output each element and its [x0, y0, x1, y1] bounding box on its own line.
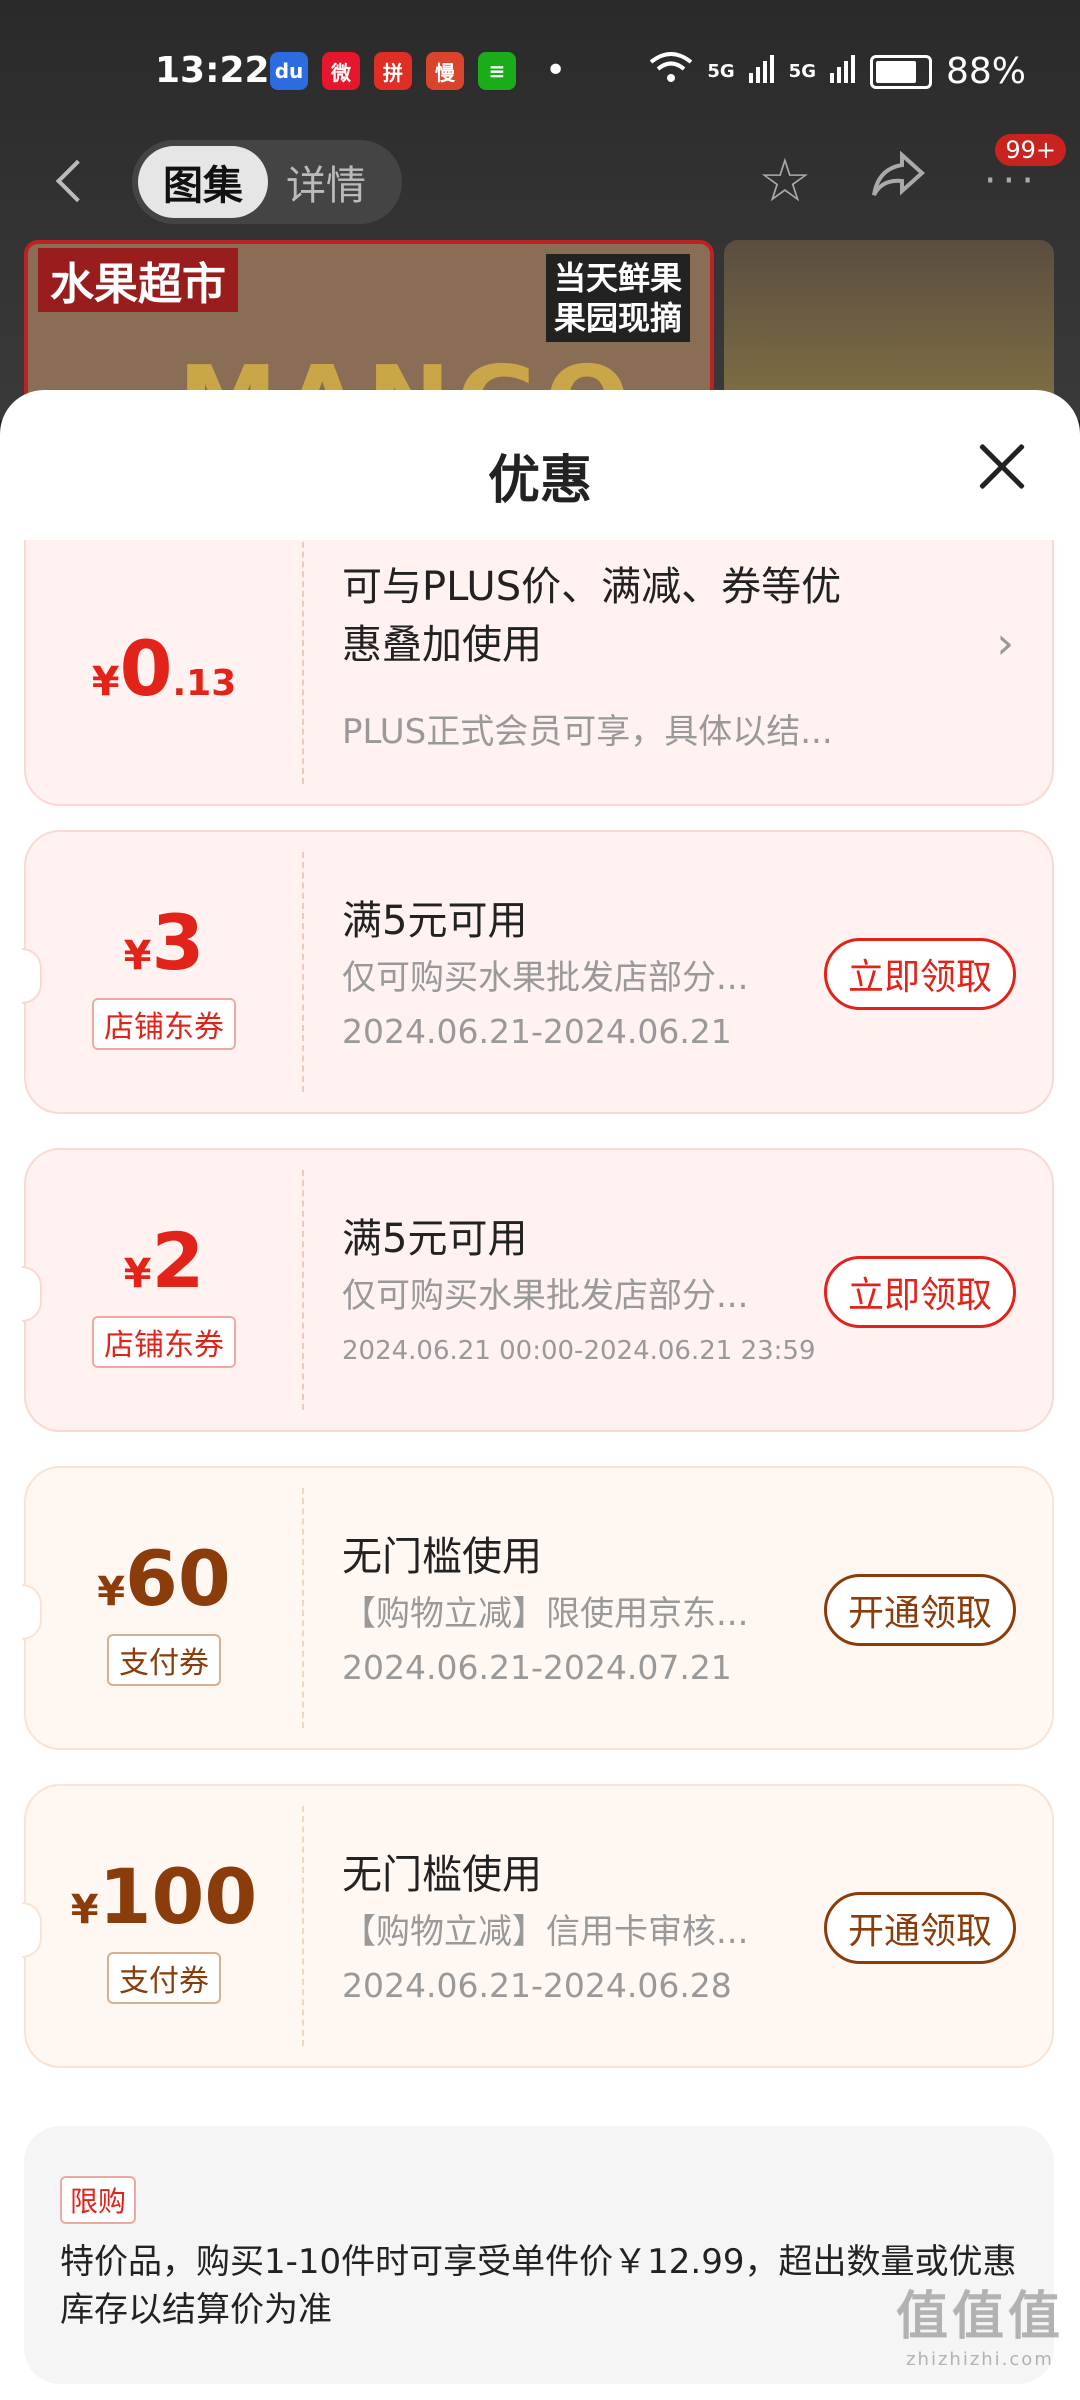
- coupon-type-badge: 支付券: [26, 1634, 302, 1686]
- coupon-list[interactable]: ¥0.13 可与PLUS价、满减、券等优 惠叠加使用 PLUS正式会员可享，具体…: [0, 540, 1080, 2400]
- status-time: 13:22: [155, 50, 270, 91]
- signal-5g-icon-1: 5G: [707, 61, 735, 82]
- baidu-icon: du: [270, 52, 308, 90]
- claim-coupon-button[interactable]: 立即领取: [824, 1256, 1016, 1328]
- coupon-amount: ¥60: [97, 1534, 231, 1623]
- activate-claim-button[interactable]: 开通领取: [824, 1892, 1016, 1964]
- coupon-divider: [302, 1170, 304, 1410]
- coupon-title: 无门槛使用: [342, 1852, 542, 1898]
- claim-coupon-button[interactable]: 立即领取: [824, 938, 1016, 1010]
- coupon-type-badge: 店铺东券: [26, 1316, 302, 1368]
- coupon-divider: [302, 1806, 304, 2046]
- coupon-divider: [302, 540, 304, 784]
- coupon-date: 2024.06.21-2024.06.28: [342, 1966, 732, 2005]
- coupon-amount: ¥0.13: [91, 624, 237, 713]
- coupon-amount: ¥2: [123, 1216, 205, 1305]
- weibo-icon: 微: [322, 52, 360, 90]
- coupon-title: 无门槛使用: [342, 1534, 542, 1580]
- close-icon[interactable]: [974, 438, 1030, 494]
- man-icon: 慢: [426, 52, 464, 90]
- coupon-card-plus[interactable]: ¥0.13 可与PLUS价、满减、券等优 惠叠加使用 PLUS正式会员可享，具体…: [24, 540, 1054, 806]
- back-arrow-icon[interactable]: [55, 159, 99, 203]
- signal-bars-icon-2: [829, 51, 856, 92]
- message-count-badge: 99+: [995, 134, 1066, 166]
- coupon-amount: ¥3: [123, 898, 205, 987]
- discount-sheet: 优惠 ¥0.13 可与PLUS价、满减、券等优 惠叠加使用 PLUS正式会员可享…: [0, 390, 1080, 2400]
- pdd-icon: 拼: [374, 52, 412, 90]
- watermark-logo: 值值值: [895, 2287, 1064, 2347]
- coupon-card[interactable]: ¥100 支付券 无门槛使用 【购物立减】信用卡审核... 2024.06.21…: [22, 1784, 1054, 2068]
- signal-bars-icon-1: [748, 51, 775, 92]
- coupon-divider: [302, 1488, 304, 1728]
- more-notifications-dot: •: [545, 50, 567, 91]
- coupon-desc: PLUS正式会员可享，具体以结...: [342, 712, 833, 752]
- signal-5g-icon-2: 5G: [788, 61, 816, 82]
- app-green-icon: ≡: [478, 52, 516, 90]
- coupon-title: 可与PLUS价、满减、券等优 惠叠加使用: [342, 564, 842, 668]
- coupon-type-badge: 支付券: [26, 1952, 302, 2004]
- sheet-title: 优惠: [487, 451, 592, 511]
- coupon-amount: ¥100: [70, 1852, 258, 1941]
- site-watermark: 值值值 zhizhizhi.com: [896, 2274, 1064, 2370]
- coupon-divider: [302, 852, 304, 1092]
- coupon-title: 满5元可用: [342, 898, 528, 944]
- limit-tag: 限购: [60, 2176, 137, 2224]
- watermark-url: zhizhizhi.com: [906, 2349, 1054, 2370]
- product-top-bar: 图集 详情 ☆ ··· 99+: [0, 134, 1080, 226]
- chevron-right-icon[interactable]: ›: [996, 618, 1014, 669]
- coupon-card[interactable]: ¥3 店铺东券 满5元可用 仅可购买水果批发店部分... 2024.06.21-…: [22, 830, 1054, 1114]
- wifi-icon: [649, 50, 693, 93]
- coupon-date: 2024.06.21 00:00-2024.06.21 23:59: [342, 1336, 816, 1366]
- tab-detail[interactable]: 详情: [286, 153, 366, 211]
- coupon-desc: 仅可购买水果批发店部分...: [342, 958, 749, 998]
- status-bar: 13:22 du 微 拼 慢 ≡ • 5G 5G 88%: [0, 40, 1080, 104]
- battery-icon: [869, 54, 932, 89]
- activate-claim-button[interactable]: 开通领取: [824, 1574, 1016, 1646]
- coupon-card[interactable]: ¥60 支付券 无门槛使用 【购物立减】限使用京东... 2024.06.21-…: [22, 1466, 1054, 1750]
- favorite-star-icon[interactable]: ☆: [758, 146, 812, 216]
- tab-gallery[interactable]: 图集: [138, 146, 268, 218]
- coupon-title: 满5元可用: [342, 1216, 528, 1262]
- share-icon[interactable]: [870, 146, 926, 216]
- battery-percent: 88%: [945, 51, 1026, 92]
- coupon-desc: 【购物立减】信用卡审核...: [342, 1912, 749, 1952]
- coupon-type-badge: 店铺东券: [26, 998, 302, 1050]
- coupon-desc: 仅可购买水果批发店部分...: [342, 1276, 749, 1316]
- fresh-fruit-tag: 当天鲜果 果园现摘: [545, 254, 690, 342]
- fruit-market-tag: 水果超市: [38, 248, 238, 312]
- coupon-desc: 【购物立减】限使用京东...: [342, 1594, 749, 1634]
- coupon-card[interactable]: ¥2 店铺东券 满5元可用 仅可购买水果批发店部分... 2024.06.21 …: [22, 1148, 1054, 1432]
- coupon-date: 2024.06.21-2024.06.21: [342, 1012, 732, 1051]
- coupon-date: 2024.06.21-2024.07.21: [342, 1648, 732, 1687]
- view-tabs: 图集 详情: [132, 140, 402, 224]
- notification-icons: du 微 拼 慢 ≡: [270, 52, 516, 90]
